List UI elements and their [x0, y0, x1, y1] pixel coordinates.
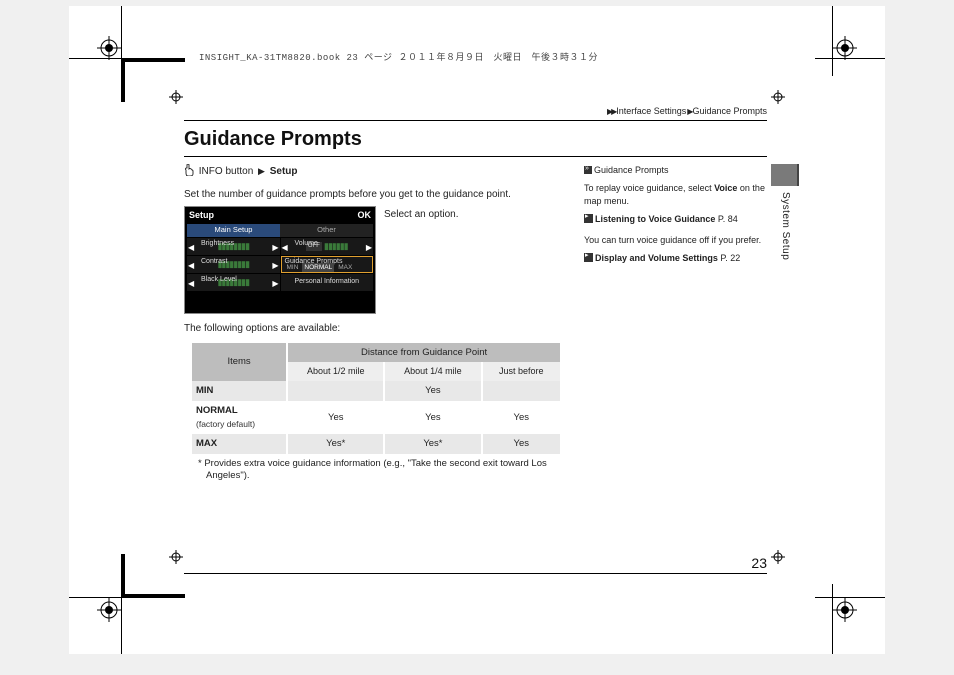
arrow-icon: ▶ — [687, 107, 691, 116]
registration-mark-icon — [97, 598, 121, 622]
manual-page: INSIGHT_KA-31TM8820.book 23 ページ ２０１１年８月９… — [69, 6, 885, 654]
rule — [184, 120, 767, 121]
sidebar-heading: Guidance Prompts — [584, 164, 772, 178]
sidebar-column: Guidance Prompts To replay voice guidanc… — [584, 164, 772, 269]
shot-tab-main: Main Setup — [187, 224, 280, 237]
table-row: NORMAL(factory default) Yes Yes Yes — [192, 401, 561, 434]
shot-title: Setup — [189, 209, 214, 222]
arrow-icon: ▶▶ — [607, 107, 615, 116]
options-table: Items Distance from Guidance Point About… — [192, 343, 562, 454]
rule — [184, 156, 767, 157]
xref-icon — [584, 214, 593, 223]
table-row: MIN Yes — [192, 381, 561, 401]
print-slug: INSIGHT_KA-31TM8820.book 23 ページ ２０１１年８月９… — [199, 50, 598, 63]
shot-cell: ◀VolumeOFF▮▮▮▮▮▮▶ — [281, 238, 374, 255]
section-tab-icon — [771, 164, 797, 186]
registration-mark-icon — [97, 36, 121, 60]
th-col: Just before — [482, 362, 562, 381]
shot-ok: OK — [358, 209, 372, 222]
shot-cell: ◀Brightness▮▮▮▮▮▮▮▮▶ — [187, 238, 280, 255]
select-caption: Select an option. — [384, 206, 459, 223]
crop-mark — [832, 6, 833, 76]
hand-icon — [184, 164, 194, 182]
shot-cell-selected: Guidance PromptsMINNORMALMAX — [281, 256, 374, 273]
corner-mark — [121, 554, 185, 598]
shot-cell: ◀Black Level▮▮▮▮▮▮▮▮▶ — [187, 274, 280, 291]
th-col: About 1/2 mile — [287, 362, 384, 381]
page-title: Guidance Prompts — [184, 128, 362, 151]
breadcrumb-part: Interface Settings — [616, 106, 686, 116]
arrow-icon: ▶ — [258, 166, 265, 176]
main-column: INFO button ▶ Setup Set the number of gu… — [184, 164, 564, 483]
xref-icon — [584, 253, 593, 262]
note-icon — [584, 166, 592, 174]
breadcrumb-part: Guidance Prompts — [692, 106, 767, 116]
options-intro: The following options are available: — [184, 322, 564, 337]
shot-cell: Personal Information — [281, 274, 374, 291]
content-area: ▶▶Interface Settings▶Guidance Prompts Gu… — [184, 106, 835, 594]
th-col: About 1/4 mile — [384, 362, 481, 381]
sidebar-text: To replay voice guidance, select Voice o… — [584, 182, 772, 209]
sidebar-xref: Display and Volume Settings P. 22 — [584, 252, 772, 266]
section-label: System Setup — [780, 192, 791, 260]
rule — [184, 573, 767, 574]
target-icon — [771, 90, 785, 104]
th-distance: Distance from Guidance Point — [287, 343, 561, 363]
breadcrumb: ▶▶Interface Settings▶Guidance Prompts — [606, 106, 767, 116]
corner-mark — [121, 58, 185, 102]
nav-button-label: INFO button — [199, 166, 253, 177]
shot-tab-other: Other — [280, 224, 373, 237]
footnote: * Provides extra voice guidance informat… — [192, 458, 564, 484]
sidebar-text: You can turn voice guidance off if you p… — [584, 234, 772, 248]
nav-path: INFO button ▶ Setup — [184, 164, 564, 182]
registration-mark-icon — [833, 36, 857, 60]
crop-mark — [832, 584, 833, 654]
sidebar-xref: Listening to Voice Guidance P. 84 — [584, 213, 772, 227]
th-items: Items — [192, 343, 287, 382]
page-number: 23 — [751, 555, 767, 571]
nav-target: Setup — [270, 166, 298, 177]
registration-mark-icon — [833, 598, 857, 622]
crop-mark — [815, 58, 885, 59]
crop-mark — [815, 597, 885, 598]
table-row: MAX Yes* Yes* Yes — [192, 434, 561, 454]
ui-screenshot: Setup OK Main Setup Other ◀Brightness▮▮▮… — [184, 206, 376, 314]
shot-cell: ◀Contrast▮▮▮▮▮▮▮▮▶ — [187, 256, 280, 273]
intro-text: Set the number of guidance prompts befor… — [184, 188, 564, 203]
